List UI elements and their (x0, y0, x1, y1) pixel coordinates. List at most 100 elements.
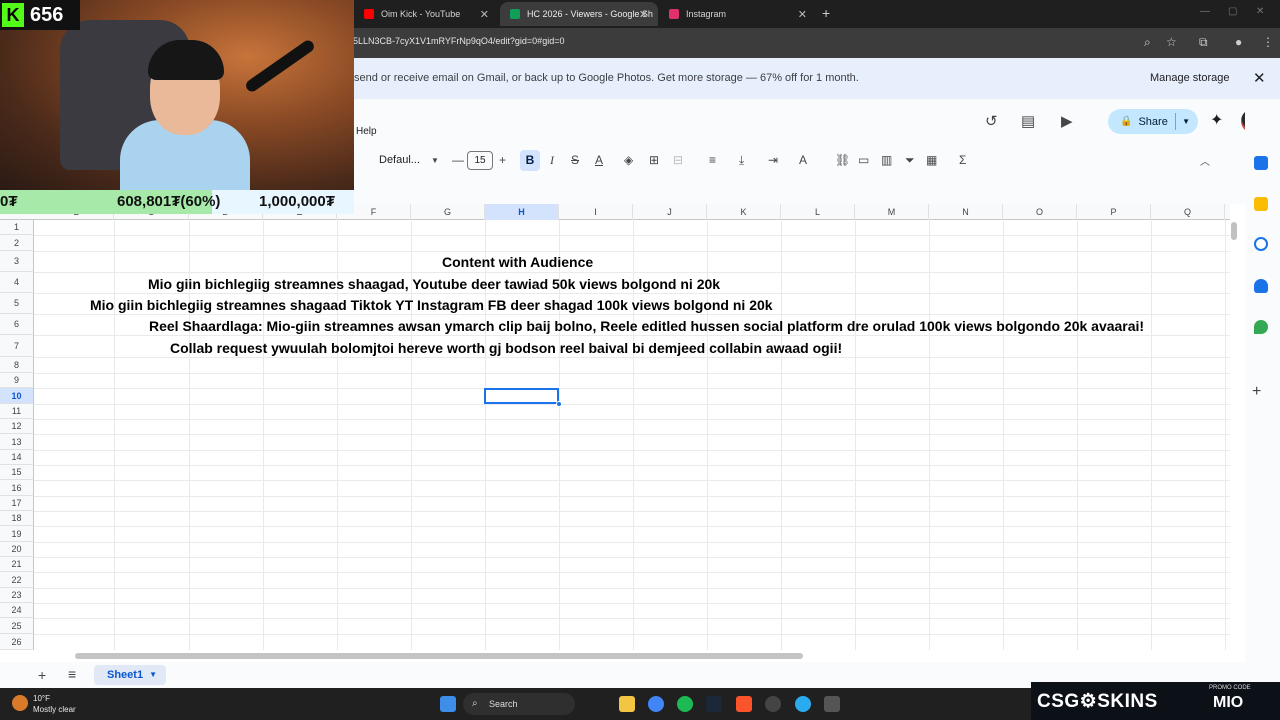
row-header[interactable]: 18 (0, 511, 34, 526)
weather-icon[interactable] (12, 695, 28, 711)
text-rotation-icon[interactable]: A (799, 153, 807, 167)
sheet-tab-active[interactable]: Sheet1 ▼ (94, 665, 166, 685)
chevron-down-icon[interactable]: ▼ (431, 156, 439, 165)
fill-handle[interactable] (556, 401, 562, 407)
filter-views-icon[interactable]: ▦ (926, 153, 937, 167)
taskbar-search[interactable]: ⌕ Search (463, 693, 575, 715)
row-header[interactable]: 3 (0, 251, 34, 272)
steam-icon[interactable] (706, 696, 722, 712)
row-header[interactable]: 23 (0, 588, 34, 603)
row-header[interactable]: 8 (0, 357, 34, 373)
column-header[interactable]: K (707, 204, 781, 220)
keep-icon[interactable] (1254, 197, 1268, 211)
row-header[interactable]: 14 (0, 450, 34, 465)
row-header[interactable]: 6 (0, 314, 34, 335)
spreadsheet-grid[interactable]: B C D E F G H I J K L M N O P Q 12345678… (0, 204, 1230, 650)
collapse-icon[interactable]: ︿ (1200, 153, 1210, 168)
row-header[interactable]: 15 (0, 465, 34, 480)
brave-icon[interactable] (736, 696, 752, 712)
meet-icon[interactable]: ▶ (1061, 112, 1073, 130)
maximize-icon[interactable]: ▢ (1228, 6, 1237, 17)
windows-start-icon[interactable] (440, 696, 456, 712)
file-explorer-icon[interactable] (619, 696, 635, 712)
fill-color-icon[interactable]: ◈ (624, 153, 633, 167)
row-header[interactable]: 4 (0, 272, 34, 293)
telegram-icon[interactable] (795, 696, 811, 712)
row-header[interactable]: 26 (0, 634, 34, 650)
new-tab-icon[interactable]: + (822, 5, 830, 21)
merge-cells-icon[interactable]: ⊟ (673, 153, 683, 167)
vertical-align-icon[interactable]: ⤓ (739, 153, 744, 168)
menu-help[interactable]: Help (356, 126, 377, 137)
row-header[interactable]: 25 (0, 618, 34, 634)
row-header[interactable]: 22 (0, 572, 34, 588)
row-header[interactable]: 13 (0, 434, 34, 450)
bold-button[interactable]: B (520, 150, 540, 171)
column-header[interactable]: Q (1151, 204, 1225, 220)
window-close-icon[interactable]: ✕ (1256, 6, 1264, 17)
row-header[interactable]: 20 (0, 542, 34, 557)
column-header[interactable]: P (1077, 204, 1151, 220)
url-field[interactable]: 5LLN3CB-7cyX1V1mRYFrNp9qO4/edit?gid=0#gi… (353, 36, 564, 46)
row-header[interactable]: 7 (0, 335, 34, 357)
profile-icon[interactable]: ● (1235, 35, 1242, 49)
row-header[interactable]: 11 (0, 404, 34, 419)
strikethrough-icon[interactable]: S (571, 153, 579, 167)
close-icon[interactable]: ✕ (798, 8, 807, 21)
chrome-icon[interactable] (648, 696, 664, 712)
chevron-down-icon[interactable]: ▼ (1182, 117, 1190, 126)
row-header[interactable]: 9 (0, 373, 34, 388)
decrease-font-icon[interactable]: — (452, 153, 464, 167)
obs-icon[interactable] (765, 696, 781, 712)
calendar-icon[interactable] (1254, 156, 1268, 170)
borders-icon[interactable]: ⊞ (649, 153, 659, 167)
close-icon[interactable]: ✕ (1253, 69, 1266, 87)
add-addon-icon[interactable]: + (1252, 383, 1261, 401)
row-header[interactable]: 17 (0, 496, 34, 511)
column-header[interactable]: J (633, 204, 707, 220)
horizontal-scrollbar[interactable] (75, 653, 803, 659)
text-wrap-icon[interactable]: ⇥ (768, 153, 778, 167)
row-header[interactable]: 2 (0, 235, 34, 251)
spotify-icon[interactable] (677, 696, 693, 712)
history-icon[interactable]: ↺ (985, 112, 998, 130)
tasks-icon[interactable] (1254, 237, 1268, 251)
cell-row5[interactable]: Mio giin bichlegiig streamnes shagaad Ti… (90, 297, 773, 313)
gemini-icon[interactable]: ✦ (1210, 110, 1223, 130)
italic-icon[interactable]: I (550, 153, 554, 168)
column-header[interactable]: G (411, 204, 485, 220)
row-header[interactable]: 19 (0, 526, 34, 542)
text-color-icon[interactable]: A (595, 153, 603, 167)
comments-icon[interactable]: ▤ (1021, 112, 1035, 130)
font-select[interactable]: Defaul... (379, 154, 420, 166)
minimize-icon[interactable]: — (1200, 6, 1210, 17)
manage-storage-button[interactable]: Manage storage (1150, 72, 1230, 84)
column-header[interactable]: L (781, 204, 855, 220)
column-header[interactable]: I (559, 204, 633, 220)
align-icon[interactable]: ≡ (709, 153, 716, 167)
cell-h3[interactable]: Content with Audience (442, 254, 593, 270)
more-menu-icon[interactable]: ⋮ (1262, 35, 1274, 49)
row-header[interactable]: 10 (0, 388, 34, 404)
increase-font-icon[interactable]: + (499, 153, 506, 167)
tab-google-sheets[interactable]: HC 2026 - Viewers - Google Sh ✕ (500, 2, 658, 26)
row-header[interactable]: 5 (0, 293, 34, 314)
font-size-input[interactable]: 15 (467, 151, 493, 170)
column-header[interactable]: M (855, 204, 929, 220)
contacts-icon[interactable] (1254, 279, 1268, 293)
functions-icon[interactable]: Σ (959, 153, 966, 167)
add-sheet-icon[interactable]: + (38, 667, 46, 683)
cell-row7[interactable]: Collab request ywuulah bolomjtoi hereve … (170, 340, 842, 356)
maps-icon[interactable] (1254, 320, 1268, 334)
vertical-scrollbar[interactable] (1231, 222, 1237, 240)
tab-instagram[interactable]: Instagram ✕ (659, 2, 817, 26)
row-header[interactable]: 16 (0, 480, 34, 496)
selected-cell-h10[interactable] (484, 388, 559, 404)
filter-icon[interactable]: ⏷ (905, 153, 915, 168)
cell-row6[interactable]: Reel Shaardlaga: Mio-giin streamnes awsa… (149, 318, 1144, 334)
calculator-icon[interactable] (824, 696, 840, 712)
comment-icon[interactable]: ▭ (858, 153, 869, 167)
share-button[interactable]: 🔒 Share ▼ (1108, 109, 1198, 134)
column-header-selected[interactable]: H (485, 204, 559, 220)
all-sheets-icon[interactable]: ≡ (68, 666, 76, 682)
